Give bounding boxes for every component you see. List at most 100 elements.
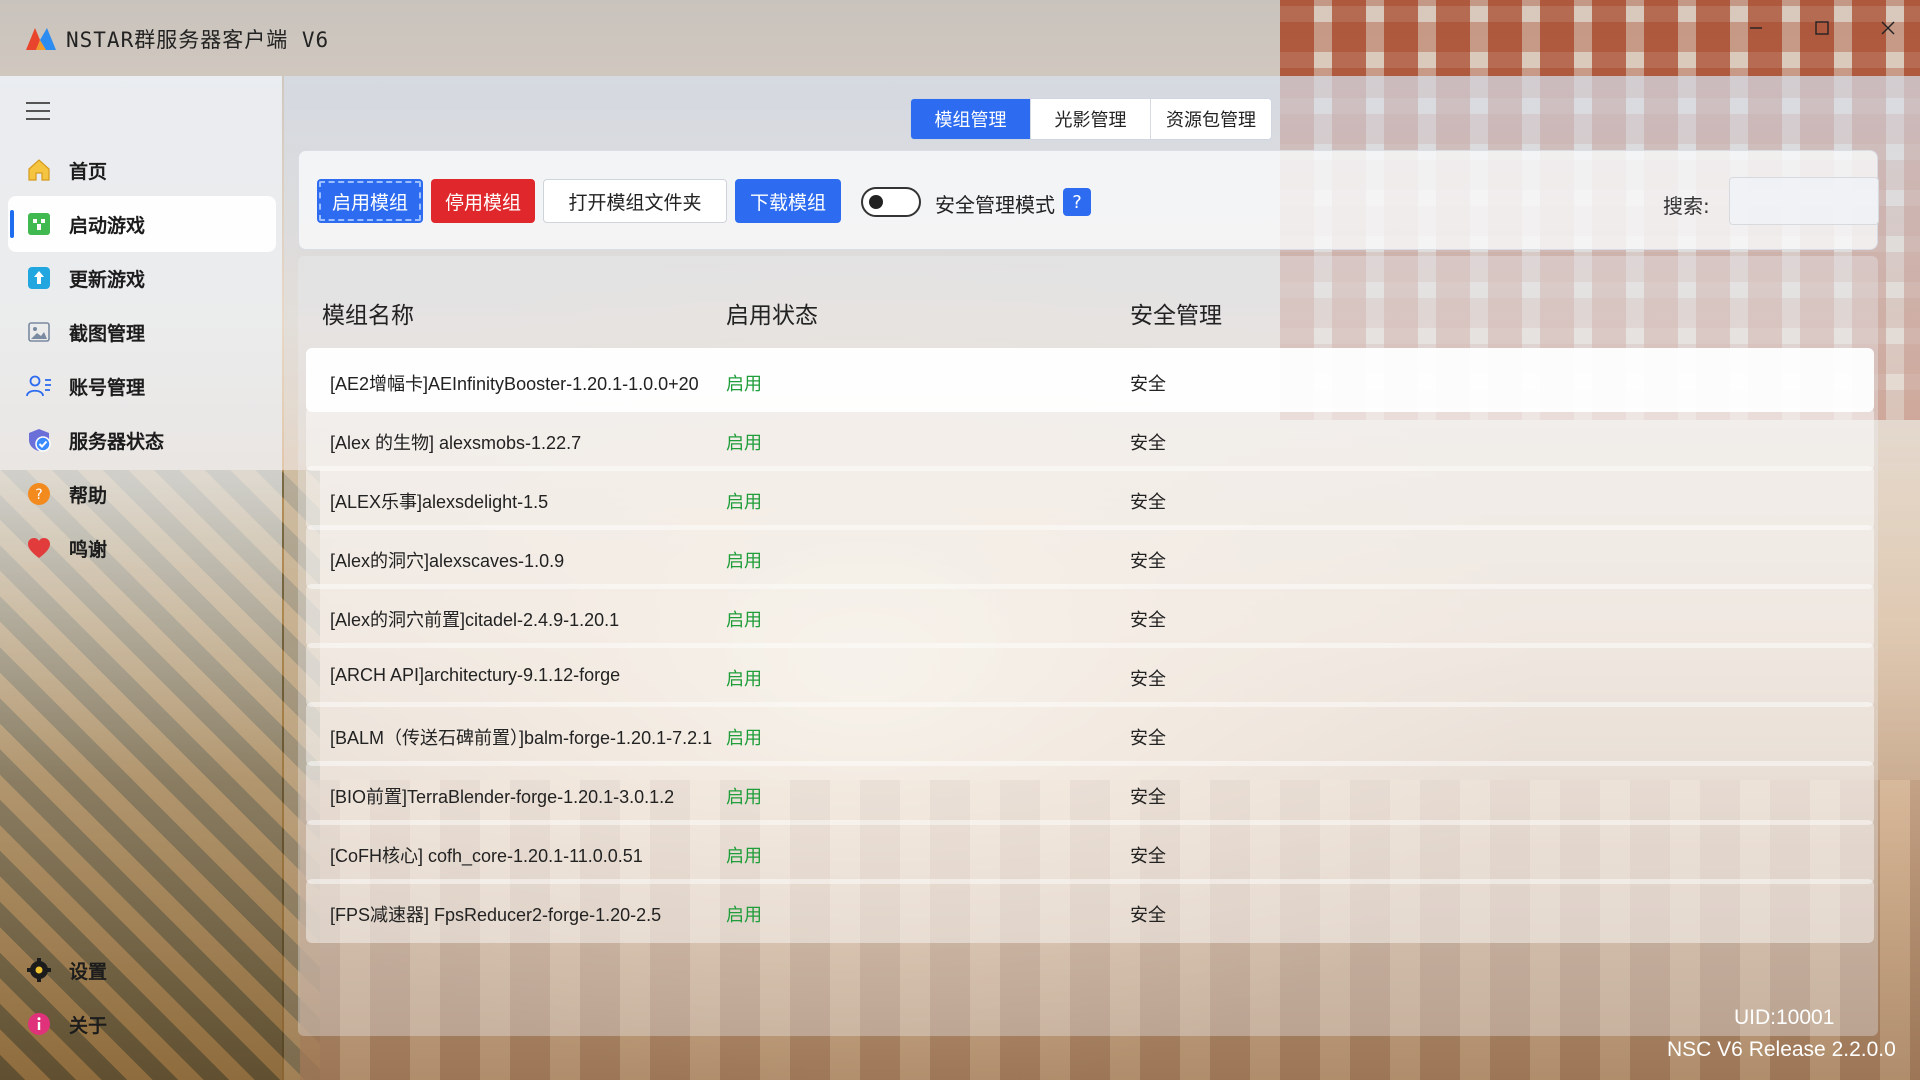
image-icon	[26, 319, 52, 345]
mod-state: 启用	[726, 787, 762, 808]
mod-safety: 安全	[1130, 846, 1166, 867]
user-id-label: UID:10001	[1734, 1006, 1835, 1029]
sidebar-item-label: 首页	[69, 160, 108, 183]
sidebar-item-label: 启动游戏	[69, 214, 146, 237]
table-row[interactable]: [Alex的洞穴前置]citadel-2.4.9-1.20.1 启用 安全	[306, 584, 1874, 648]
safe-mode-label: 安全管理模式	[935, 193, 1055, 217]
open-mod-folder-button[interactable]: 打开模组文件夹	[543, 179, 727, 223]
mod-name: [AE2增幅卡]AEInfinityBooster-1.20.1-1.0.0+2…	[330, 374, 699, 394]
home-icon	[26, 157, 52, 183]
close-icon	[1881, 21, 1895, 35]
tab-resource-packs[interactable]: 资源包管理	[1151, 99, 1271, 139]
mod-safety: 安全	[1130, 433, 1166, 454]
sidebar-item-about[interactable]: 关于	[8, 996, 276, 1052]
search-input[interactable]	[1729, 177, 1879, 225]
table-row[interactable]: [ALEX乐事]alexsdelight-1.5 启用 安全	[306, 466, 1874, 530]
column-header-name: 模组名称	[322, 303, 414, 329]
mod-safety: 安全	[1130, 669, 1166, 690]
sidebar-item-home[interactable]: 首页	[8, 142, 276, 198]
account-icon	[26, 373, 52, 399]
sidebar-item-settings[interactable]: 设置	[8, 942, 276, 998]
tab-shaders[interactable]: 光影管理	[1031, 99, 1151, 139]
mod-state: 启用	[726, 551, 762, 572]
mod-safety: 安全	[1130, 492, 1166, 513]
update-icon	[26, 265, 52, 291]
toggle-knob	[869, 195, 883, 209]
sidebar-item-label: 关于	[69, 1014, 108, 1037]
minimize-icon	[1750, 27, 1762, 29]
mod-toolbar: 启用模组 停用模组 打开模组文件夹 下载模组 安全管理模式 ? 搜索:	[298, 150, 1879, 250]
sidebar-item-label: 鸣谢	[69, 538, 108, 561]
enable-mod-button[interactable]: 启用模组	[317, 179, 423, 223]
mod-safety: 安全	[1130, 374, 1166, 395]
table-row[interactable]: [AE2增幅卡]AEInfinityBooster-1.20.1-1.0.0+2…	[306, 348, 1874, 412]
table-row[interactable]: [ARCH API]architectury-9.1.12-forge 启用 安…	[306, 643, 1874, 707]
maximize-icon	[1815, 21, 1829, 35]
table-row[interactable]: [Alex的洞穴]alexscaves-1.0.9 启用 安全	[306, 525, 1874, 589]
maximize-button[interactable]	[1794, 8, 1850, 48]
help-icon: ?	[26, 481, 52, 507]
mod-state: 启用	[726, 669, 762, 690]
table-row[interactable]: [BIO前置]TerraBlender-forge-1.20.1-3.0.1.2…	[306, 761, 1874, 825]
table-row[interactable]: [BALM（传送石碑前置）]balm-forge-1.20.1-7.2.1 启用…	[306, 702, 1874, 766]
menu-toggle-icon[interactable]	[26, 102, 50, 120]
tab-mods[interactable]: 模组管理	[911, 99, 1031, 139]
mod-state: 启用	[726, 374, 762, 395]
sidebar-item-label: 更新游戏	[69, 268, 146, 291]
window-title: NSTAR群服务器客户端 V6	[66, 28, 330, 52]
sidebar-item-label: 帮助	[69, 484, 108, 507]
table-row[interactable]: [FPS减速器] FpsReducer2-forge-1.20-2.5 启用 安…	[306, 879, 1874, 943]
sidebar-item-help[interactable]: ? 帮助	[8, 466, 276, 522]
sidebar-item-screenshots[interactable]: 截图管理	[8, 304, 276, 360]
app-logo-icon	[26, 28, 56, 50]
column-header-state: 启用状态	[726, 303, 818, 329]
table-row[interactable]: [CoFH核心] cofh_core-1.20.1-11.0.0.51 启用 安…	[306, 820, 1874, 884]
svg-text:?: ?	[35, 487, 42, 503]
mod-safety: 安全	[1130, 905, 1166, 926]
column-header-safety: 安全管理	[1130, 303, 1222, 329]
mod-safety: 安全	[1130, 610, 1166, 631]
sidebar-item-label: 截图管理	[69, 322, 146, 345]
mod-name: [BIO前置]TerraBlender-forge-1.20.1-3.0.1.2	[330, 787, 675, 807]
title-bar: NSTAR群服务器客户端 V6	[0, 0, 1920, 76]
sidebar: 首页 启动游戏 更新游戏 截图管理 账号管理 服务器状态 ? 帮助 鸣谢 设置 …	[0, 76, 282, 1080]
mod-name: [ARCH API]architectury-9.1.12-forge	[330, 665, 621, 685]
mod-name: [ALEX乐事]alexsdelight-1.5	[330, 492, 549, 512]
mod-state: 启用	[726, 433, 762, 454]
sidebar-item-label: 服务器状态	[69, 430, 165, 453]
mod-safety: 安全	[1130, 728, 1166, 749]
sidebar-item-label: 设置	[69, 960, 108, 983]
close-button[interactable]	[1860, 8, 1916, 48]
sidebar-item-accounts[interactable]: 账号管理	[8, 358, 276, 414]
mod-state: 启用	[726, 846, 762, 867]
safe-mode-help-button[interactable]: ?	[1063, 188, 1091, 216]
info-icon	[26, 1011, 52, 1037]
sidebar-item-launch-game[interactable]: 启动游戏	[8, 196, 276, 252]
tab-bar: 模组管理 光影管理 资源包管理	[910, 98, 1272, 140]
table-row[interactable]: [Alex 的生物] alexsmobs-1.22.7 启用 安全	[306, 407, 1874, 471]
mod-safety: 安全	[1130, 551, 1166, 572]
mod-name: [CoFH核心] cofh_core-1.20.1-11.0.0.51	[330, 846, 643, 866]
sidebar-item-credits[interactable]: 鸣谢	[8, 520, 276, 576]
sidebar-item-label: 账号管理	[69, 376, 146, 399]
main-panel: 模组管理 光影管理 资源包管理 启用模组 停用模组 打开模组文件夹 下载模组 安…	[284, 76, 1920, 1080]
mod-name: [FPS减速器] FpsReducer2-forge-1.20-2.5	[330, 905, 662, 925]
server-status-icon	[26, 427, 52, 453]
mod-list: 模组名称 启用状态 安全管理 [AE2增幅卡]AEInfinityBooster…	[298, 256, 1878, 1036]
download-mod-button[interactable]: 下载模组	[735, 179, 841, 223]
creeper-icon	[26, 211, 52, 237]
mod-name: [Alex 的生物] alexsmobs-1.22.7	[330, 433, 582, 453]
search-label: 搜索:	[1663, 194, 1710, 218]
minimize-button[interactable]	[1728, 8, 1784, 48]
sidebar-item-server-status[interactable]: 服务器状态	[8, 412, 276, 468]
mod-state: 启用	[726, 728, 762, 749]
sidebar-item-update-game[interactable]: 更新游戏	[8, 250, 276, 306]
mod-state: 启用	[726, 610, 762, 631]
mod-state: 启用	[726, 905, 762, 926]
heart-icon	[26, 535, 52, 561]
mod-safety: 安全	[1130, 787, 1166, 808]
disable-mod-button[interactable]: 停用模组	[431, 179, 535, 223]
gear-icon	[26, 957, 52, 983]
release-version-label: NSC V6 Release 2.2.0.0	[1667, 1038, 1896, 1061]
safe-mode-toggle[interactable]	[861, 187, 921, 217]
